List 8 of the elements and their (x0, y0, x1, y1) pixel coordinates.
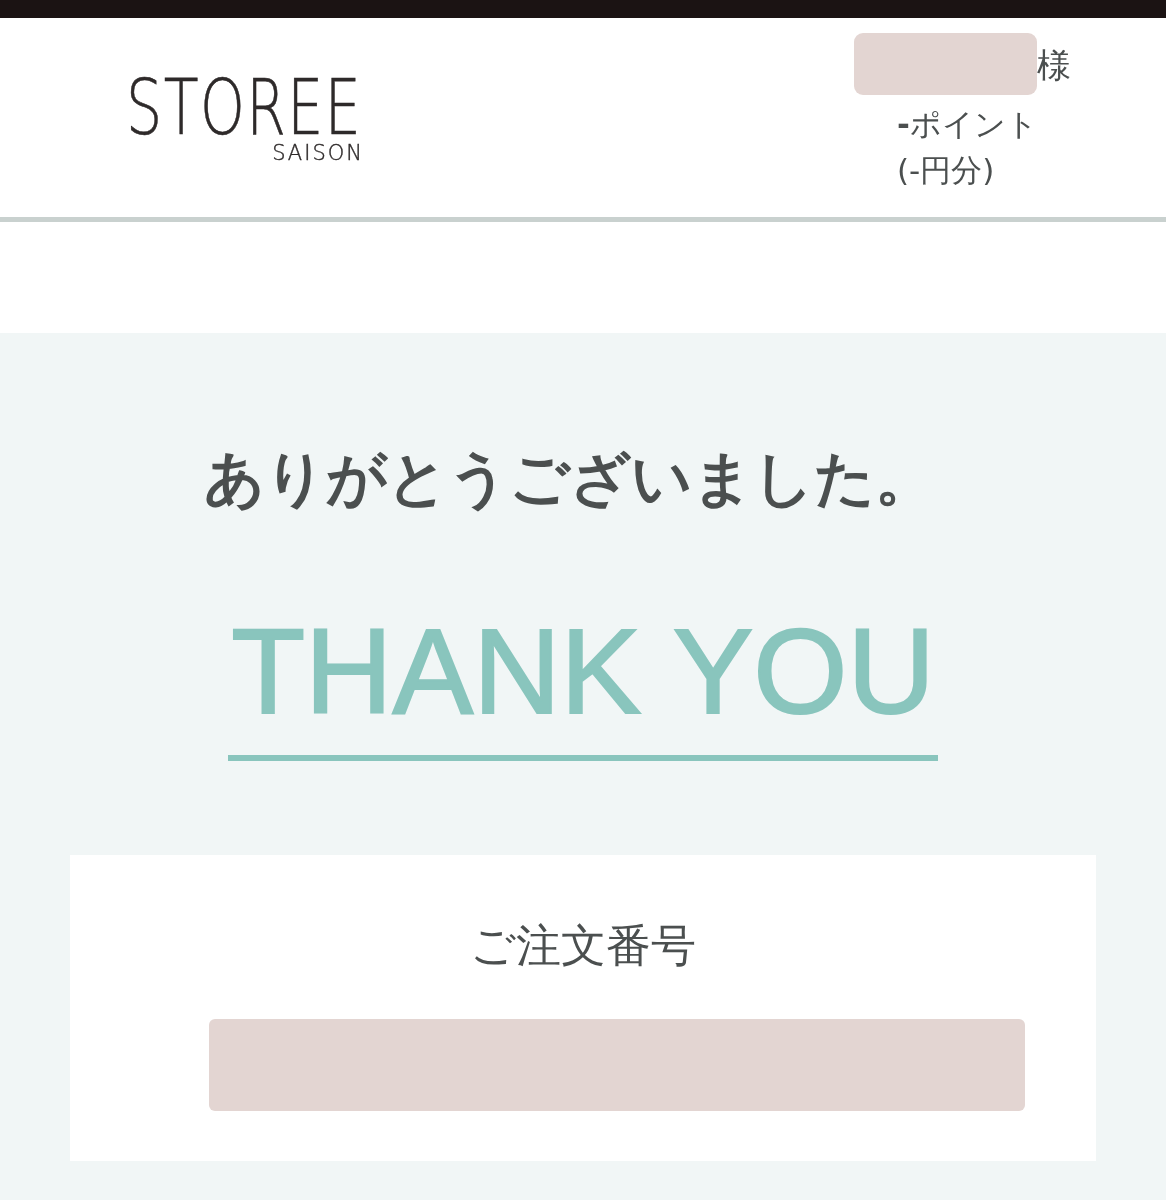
thanks-message: ありがとうございました。 (203, 442, 935, 514)
order-number-label: ご注文番号 (470, 919, 696, 973)
points-text: -ポイント (897, 105, 1039, 144)
logo-subtitle: SAISON (272, 142, 364, 164)
honorific-text: 様 (1037, 45, 1071, 85)
logo-wordmark: STOREE (125, 78, 362, 138)
points-value-text: (-円分) (897, 151, 996, 190)
thank-you-heading: THANK YOU (231, 611, 935, 731)
